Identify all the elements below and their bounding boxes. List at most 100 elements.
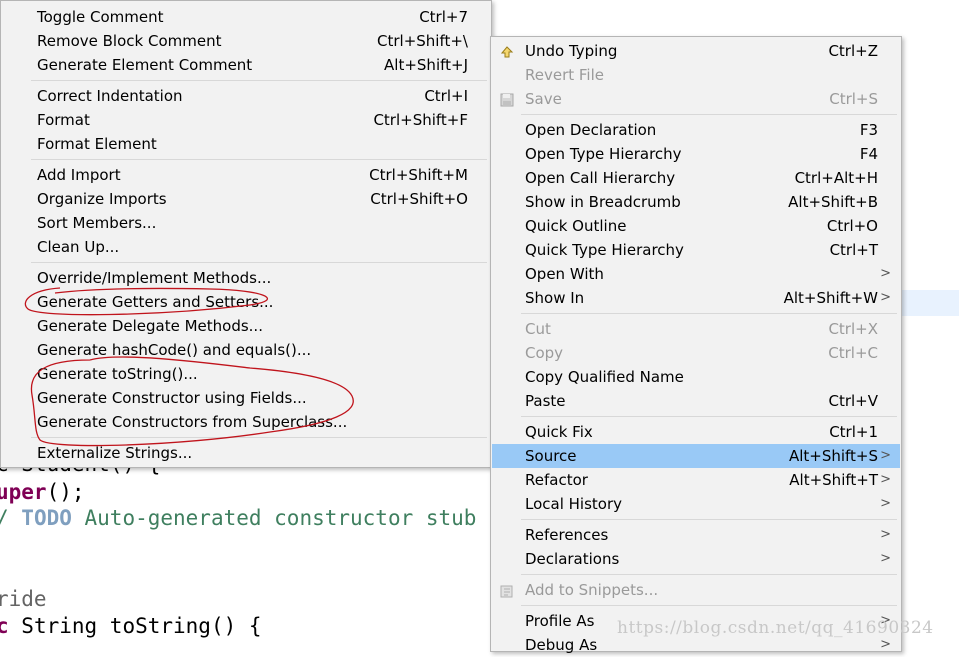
undo-icon (499, 43, 515, 59)
snippet-icon (499, 582, 515, 598)
menu-item-label: Generate toString()... (37, 365, 198, 383)
code-line: / TODO Auto-generated constructor stub (0, 506, 476, 530)
menu-item-label: Format (37, 111, 90, 129)
context-menu-item-shortcut: Ctrl+O (826, 217, 878, 235)
menu-item-format-element[interactable]: Format Element (2, 132, 490, 156)
menu-item-label: Remove Block Comment (37, 32, 222, 50)
menu-item-label: Generate Element Comment (37, 56, 253, 74)
context-menu-item-label: Open Type Hierarchy (525, 145, 682, 163)
context-menu-item-shortcut: Ctrl+C (828, 344, 878, 362)
context-menu-item-shortcut: Ctrl+1 (829, 423, 878, 441)
context-menu-item-shortcut: Alt+Shift+B (788, 193, 878, 211)
menu-item-shortcut: Ctrl+I (424, 87, 468, 105)
context-menu-item-show-in[interactable]: Show In Alt+Shift+W > (492, 286, 900, 310)
context-menu-item-label: Source (525, 447, 577, 465)
code-token: String toString() { (21, 614, 262, 638)
context-menu-item-quick-type-hierarchy[interactable]: Quick Type Hierarchy Ctrl+T (492, 238, 900, 262)
context-menu-item-copy-qualified-name[interactable]: Copy Qualified Name (492, 365, 900, 389)
context-menu-item-source[interactable]: Source Alt+Shift+S > (492, 444, 900, 468)
menu-item-correct-indentation[interactable]: Correct Indentation Ctrl+I (2, 84, 490, 108)
menu-item-label: Generate Getters and Setters... (37, 293, 274, 311)
context-menu-item-open-declaration[interactable]: Open Declaration F3 (492, 118, 900, 142)
menu-separator (521, 605, 897, 606)
context-menu-item-open-type-hierarchy[interactable]: Open Type Hierarchy F4 (492, 142, 900, 166)
menu-item-generate-delegate-methods[interactable]: Generate Delegate Methods... (2, 314, 490, 338)
context-menu-item-show-in-breadcrumb[interactable]: Show in Breadcrumb Alt+Shift+B (492, 190, 900, 214)
context-menu-item-undo-typing[interactable]: Undo Typing Ctrl+Z (492, 39, 900, 63)
code-comment: / (0, 506, 21, 530)
menu-item-label: Generate hashCode() and equals()... (37, 341, 312, 359)
menu-item-generate-getters-and-setters[interactable]: Generate Getters and Setters... (2, 290, 490, 314)
context-menu-item-references[interactable]: References > (492, 523, 900, 547)
submenu-arrow-icon: > (880, 290, 891, 305)
menu-item-externalize-strings[interactable]: Externalize Strings... (2, 441, 490, 465)
context-menu-item-open-call-hierarchy[interactable]: Open Call Hierarchy Ctrl+Alt+H (492, 166, 900, 190)
menu-item-add-import[interactable]: Add Import Ctrl+Shift+M (2, 163, 490, 187)
context-menu-item-cut[interactable]: Cut Ctrl+X (492, 317, 900, 341)
menu-separator (521, 114, 897, 115)
source-submenu: Toggle Comment Ctrl+7 Remove Block Comment… (0, 0, 492, 468)
context-menu-item-local-history[interactable]: Local History > (492, 492, 900, 516)
context-menu-item-label: Copy (525, 344, 564, 362)
code-annotation: ride (0, 587, 47, 611)
menu-item-remove-block-comment[interactable]: Remove Block Comment Ctrl+Shift+\ (2, 29, 490, 53)
context-menu-item-label: Open Declaration (525, 121, 657, 139)
context-menu-item-label: Quick Outline (525, 217, 627, 235)
context-menu-item-quick-fix[interactable]: Quick Fix Ctrl+1 (492, 420, 900, 444)
menu-item-label: Add Import (37, 166, 121, 184)
menu-item-label: Sort Members... (37, 214, 157, 232)
menu-item-organize-imports[interactable]: Organize Imports Ctrl+Shift+O (2, 187, 490, 211)
menu-item-generate-element-comment[interactable]: Generate Element Comment Alt+Shift+J (2, 53, 490, 77)
context-menu-item-shortcut: Alt+Shift+T (789, 471, 878, 489)
menu-item-label: Externalize Strings... (37, 444, 193, 462)
context-menu-item-shortcut: Ctrl+X (828, 320, 878, 338)
context-menu-item-label: Quick Type Hierarchy (525, 241, 684, 259)
context-menu-item-label: Open With (525, 265, 604, 283)
menu-separator (31, 262, 487, 263)
context-menu-item-label: Revert File (525, 66, 604, 84)
menu-item-shortcut: Ctrl+7 (419, 8, 468, 26)
context-menu-item-open-with[interactable]: Open With > (492, 262, 900, 286)
context-menu-item-copy[interactable]: Copy Ctrl+C (492, 341, 900, 365)
menu-item-label: Correct Indentation (37, 87, 183, 105)
submenu-arrow-icon: > (880, 496, 891, 511)
context-menu-item-label: Local History (525, 495, 623, 513)
context-menu-item-label: Add to Snippets... (525, 581, 659, 599)
submenu-arrow-icon: > (880, 527, 891, 542)
menu-item-label: Generate Delegate Methods... (37, 317, 263, 335)
context-menu-item-add-to-snippets[interactable]: Add to Snippets... (492, 578, 900, 602)
context-menu-item-label: Declarations (525, 550, 620, 568)
save-icon (499, 91, 515, 107)
context-menu-item-shortcut: Ctrl+V (828, 392, 878, 410)
menu-item-clean-up[interactable]: Clean Up... (2, 235, 490, 259)
context-menu-item-shortcut: F3 (859, 121, 878, 139)
menu-item-generate-constructors-from-superclass[interactable]: Generate Constructors from Superclass... (2, 410, 490, 434)
menu-item-generate-hashcode-and-equals[interactable]: Generate hashCode() and equals()... (2, 338, 490, 362)
context-menu-item-label: Debug As (525, 636, 598, 654)
menu-item-shortcut: Alt+Shift+J (384, 56, 468, 74)
menu-item-toggle-comment[interactable]: Toggle Comment Ctrl+7 (2, 5, 490, 29)
context-menu-item-label: References (525, 526, 609, 544)
menu-item-generate-constructor-using-fields[interactable]: Generate Constructor using Fields... (2, 386, 490, 410)
menu-item-override-implement-methods[interactable]: Override/Implement Methods... (2, 266, 490, 290)
editor-context-menu: Undo Typing Ctrl+Z Revert File Save Ctrl+S Op… (490, 36, 902, 654)
context-menu-item-shortcut: Ctrl+S (829, 90, 878, 108)
context-menu-item-quick-outline[interactable]: Quick Outline Ctrl+O (492, 214, 900, 238)
menu-item-label: Generate Constructor using Fields... (37, 389, 307, 407)
context-menu-item-declarations[interactable]: Declarations > (492, 547, 900, 571)
menu-item-label: Format Element (37, 135, 157, 153)
menu-item-shortcut: Ctrl+Shift+F (373, 111, 468, 129)
submenu-arrow-icon: > (880, 472, 891, 487)
menu-item-shortcut: Ctrl+Shift+M (369, 166, 468, 184)
menu-item-sort-members[interactable]: Sort Members... (2, 211, 490, 235)
menu-item-format[interactable]: Format Ctrl+Shift+F (2, 108, 490, 132)
context-menu-item-save[interactable]: Save Ctrl+S (492, 87, 900, 111)
context-menu-item-paste[interactable]: Paste Ctrl+V (492, 389, 900, 413)
menu-item-generate-tostring[interactable]: Generate toString()... (2, 362, 490, 386)
context-menu-item-refactor[interactable]: Refactor Alt+Shift+T > (492, 468, 900, 492)
menu-item-label: Override/Implement Methods... (37, 269, 272, 287)
menu-item-label: Clean Up... (37, 238, 120, 256)
watermark: https://blog.csdn.net/qq_41690324 (617, 618, 934, 638)
context-menu-item-revert-file[interactable]: Revert File (492, 63, 900, 87)
code-line: ride (0, 587, 47, 611)
